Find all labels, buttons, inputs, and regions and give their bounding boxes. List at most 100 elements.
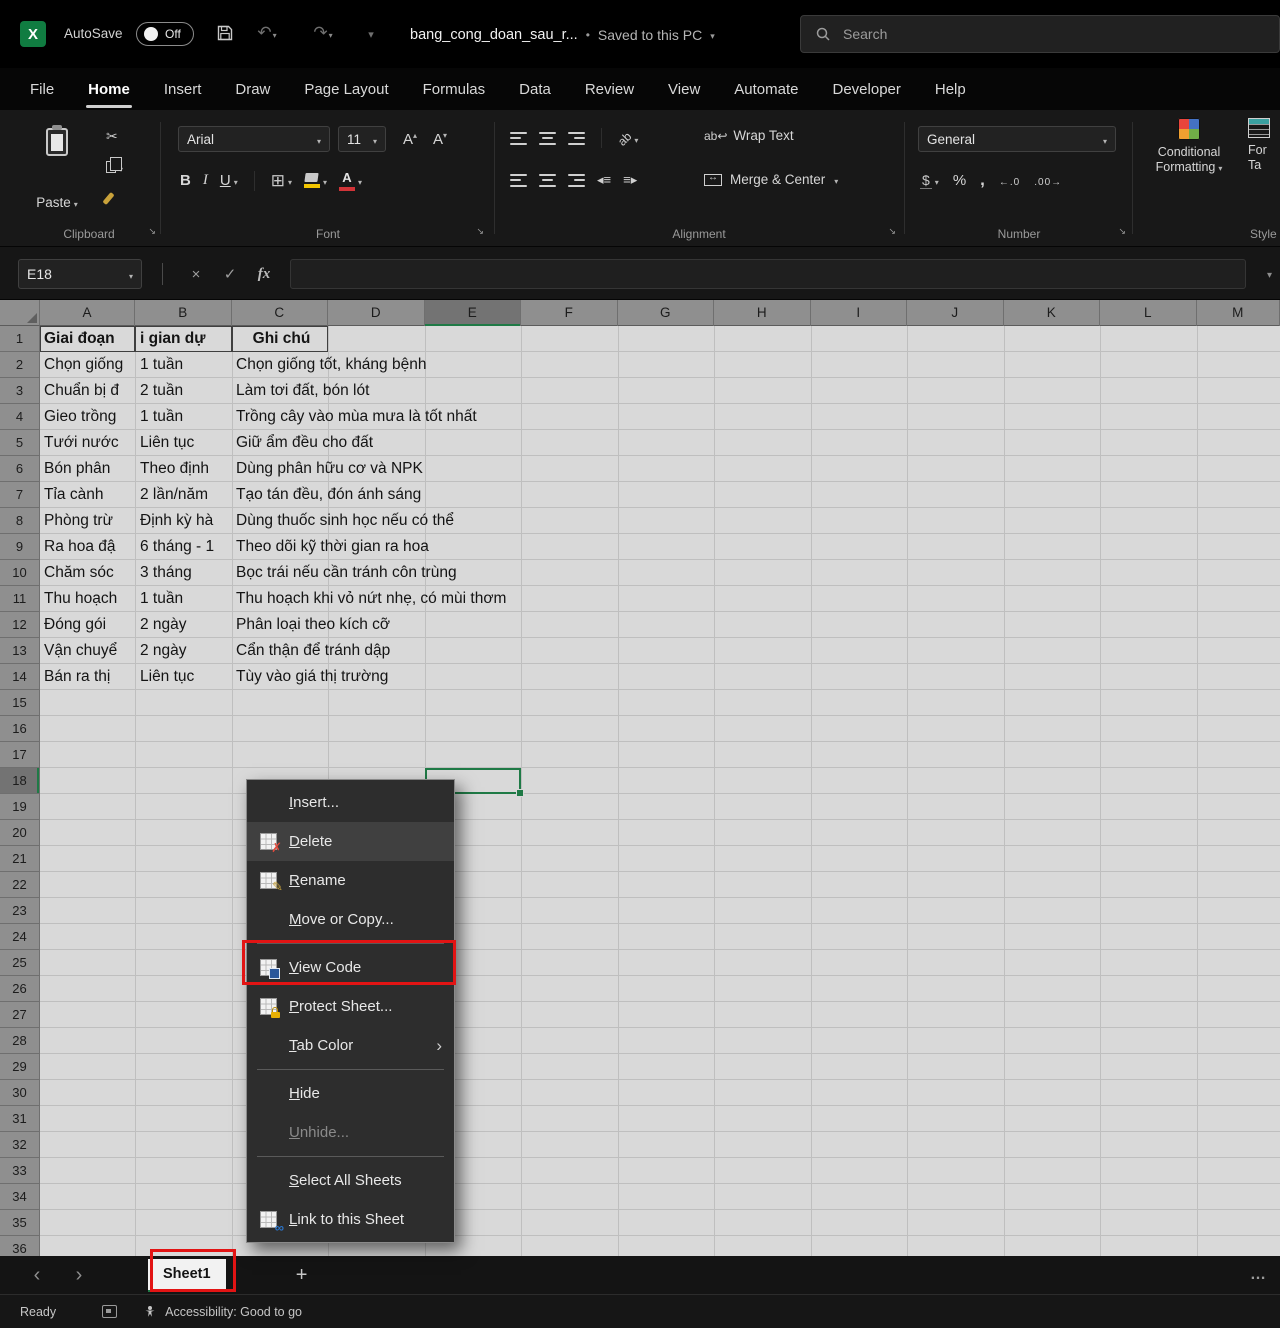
enter-button[interactable]: ✓ <box>216 259 244 289</box>
column-header-j[interactable]: J <box>907 300 1004 326</box>
row-header-24[interactable]: 24 <box>0 924 39 950</box>
cell-B10[interactable]: 3 tháng <box>140 560 228 586</box>
row-header-3[interactable]: 3 <box>0 378 39 404</box>
context-menu-item-link-to-this-sheet[interactable]: Link to this Sheet <box>247 1200 454 1239</box>
previous-sheet-button[interactable] <box>24 1262 50 1288</box>
select-all-corner[interactable] <box>0 300 40 326</box>
italic-button[interactable]: I <box>203 172 208 189</box>
increase-indent-button[interactable] <box>623 172 637 188</box>
cell-C8[interactable]: Dùng thuốc sinh học nếu có thể <box>236 508 454 534</box>
conditional-formatting-button[interactable]: Conditional Formatting <box>1140 118 1238 176</box>
new-sheet-button[interactable] <box>288 1261 316 1289</box>
cell-A2[interactable]: Chọn giống <box>44 352 132 378</box>
context-menu-item-hide[interactable]: Hide <box>247 1074 454 1113</box>
ribbon-tab-page-layout[interactable]: Page Layout <box>304 81 388 98</box>
fill-color-button[interactable] <box>304 173 327 188</box>
cell-C11[interactable]: Thu hoạch khi vỏ nứt nhẹ, có mùi thơm <box>236 586 506 612</box>
row-header-32[interactable]: 32 <box>0 1132 39 1158</box>
cell-A5[interactable]: Tưới nước <box>44 430 132 456</box>
copy-button[interactable] <box>106 157 123 177</box>
align-middle-button[interactable] <box>539 132 556 145</box>
cell-A7[interactable]: Tỉa cành <box>44 482 132 508</box>
row-header-30[interactable]: 30 <box>0 1080 39 1106</box>
dialog-launcher-icon[interactable] <box>1118 221 1126 239</box>
context-menu-item-rename[interactable]: Rename <box>247 861 454 900</box>
next-sheet-button[interactable] <box>66 1262 92 1288</box>
bold-button[interactable]: B <box>180 172 191 189</box>
sheet-tab-sheet1[interactable]: Sheet1 <box>148 1259 226 1292</box>
cell-A11[interactable]: Thu hoạch <box>44 586 132 612</box>
cell-B6[interactable]: Theo định <box>140 456 228 482</box>
cell-B8[interactable]: Định kỳ hà <box>140 508 228 534</box>
column-header-d[interactable]: D <box>328 300 425 326</box>
orientation-button[interactable] <box>618 131 638 146</box>
cells-area[interactable]: Giai đoạni gian dựGhi chúChọn giống1 tuầ… <box>40 326 1280 1262</box>
row-header-31[interactable]: 31 <box>0 1106 39 1132</box>
cell-A9[interactable]: Ra hoa đậ <box>44 534 132 560</box>
cell-C3[interactable]: Làm tơi đất, bón lót <box>236 378 369 404</box>
customize-quick-access-button[interactable] <box>356 18 386 48</box>
save-button[interactable] <box>210 18 240 48</box>
search-box[interactable]: Search <box>800 15 1280 53</box>
context-menu-item-move-or-copy[interactable]: Move or Copy... <box>247 900 454 939</box>
row-header-26[interactable]: 26 <box>0 976 39 1002</box>
autosave-toggle[interactable]: Off <box>136 22 194 46</box>
column-header-m[interactable]: M <box>1197 300 1280 326</box>
cell-B5[interactable]: Liên tục <box>140 430 228 456</box>
ribbon-tab-file[interactable]: File <box>30 81 54 98</box>
cell-A4[interactable]: Gieo trồng <box>44 404 132 430</box>
context-menu-item-tab-color[interactable]: Tab Color <box>247 1026 454 1065</box>
row-header-23[interactable]: 23 <box>0 898 39 924</box>
cell-A8[interactable]: Phòng trừ <box>44 508 132 534</box>
column-header-c[interactable]: C <box>232 300 329 326</box>
font-size-select[interactable]: 11 <box>338 126 386 152</box>
decrease-decimal-button[interactable] <box>1034 173 1062 188</box>
font-color-button[interactable] <box>339 170 362 191</box>
dialog-launcher-icon[interactable] <box>476 221 484 239</box>
cell-C4[interactable]: Trồng cây vào mùa mưa là tốt nhất <box>236 404 477 430</box>
excel-logo-icon[interactable]: X <box>20 21 46 47</box>
row-header-12[interactable]: 12 <box>0 612 39 638</box>
cell-C1[interactable]: Ghi chú <box>236 326 327 352</box>
undo-button[interactable] <box>252 18 282 48</box>
column-header-k[interactable]: K <box>1004 300 1101 326</box>
cancel-button[interactable]: × <box>182 259 210 289</box>
cell-C14[interactable]: Tùy vào giá thị trường <box>236 664 388 690</box>
cell-B3[interactable]: 2 tuần <box>140 378 228 404</box>
row-header-14[interactable]: 14 <box>0 664 39 690</box>
cell-C7[interactable]: Tạo tán đều, đón ánh sáng <box>236 482 421 508</box>
increase-decimal-button[interactable] <box>999 173 1020 188</box>
column-header-a[interactable]: A <box>40 300 135 326</box>
sheet-bar-more-button[interactable] <box>1250 1266 1266 1284</box>
number-format-select[interactable]: General <box>918 126 1116 152</box>
align-left-button[interactable] <box>510 174 527 187</box>
font-name-select[interactable]: Arial <box>178 126 330 152</box>
row-header-8[interactable]: 8 <box>0 508 39 534</box>
context-menu-item-insert[interactable]: Insert... <box>247 783 454 822</box>
decrease-font-size-button[interactable] <box>426 126 454 152</box>
cell-B13[interactable]: 2 ngày <box>140 638 228 664</box>
cell-B4[interactable]: 1 tuần <box>140 404 228 430</box>
paste-button[interactable]: Paste <box>30 120 84 216</box>
row-header-1[interactable]: 1 <box>0 326 39 352</box>
macro-record-icon[interactable] <box>102 1305 117 1318</box>
ribbon-tab-developer[interactable]: Developer <box>833 81 901 98</box>
row-header-33[interactable]: 33 <box>0 1158 39 1184</box>
wrap-text-button[interactable]: Wrap Text <box>704 128 794 143</box>
row-header-7[interactable]: 7 <box>0 482 39 508</box>
ribbon-tab-data[interactable]: Data <box>519 81 551 98</box>
cell-B1[interactable]: i gian dự <box>140 326 228 352</box>
ribbon-tab-view[interactable]: View <box>668 81 700 98</box>
expand-formula-bar-icon[interactable] <box>1267 265 1272 283</box>
cell-C10[interactable]: Bọc trái nếu cần tránh côn trùng <box>236 560 457 586</box>
column-header-h[interactable]: H <box>714 300 811 326</box>
ribbon-tab-home[interactable]: Home <box>88 81 130 98</box>
row-header-17[interactable]: 17 <box>0 742 39 768</box>
format-as-table-button[interactable]: For Ta <box>1248 118 1280 173</box>
context-menu-item-select-all-sheets[interactable]: Select All Sheets <box>247 1161 454 1200</box>
row-header-19[interactable]: 19 <box>0 794 39 820</box>
align-top-button[interactable] <box>510 132 527 145</box>
row-header-18[interactable]: 18 <box>0 768 39 794</box>
cell-B11[interactable]: 1 tuần <box>140 586 228 612</box>
row-header-25[interactable]: 25 <box>0 950 39 976</box>
